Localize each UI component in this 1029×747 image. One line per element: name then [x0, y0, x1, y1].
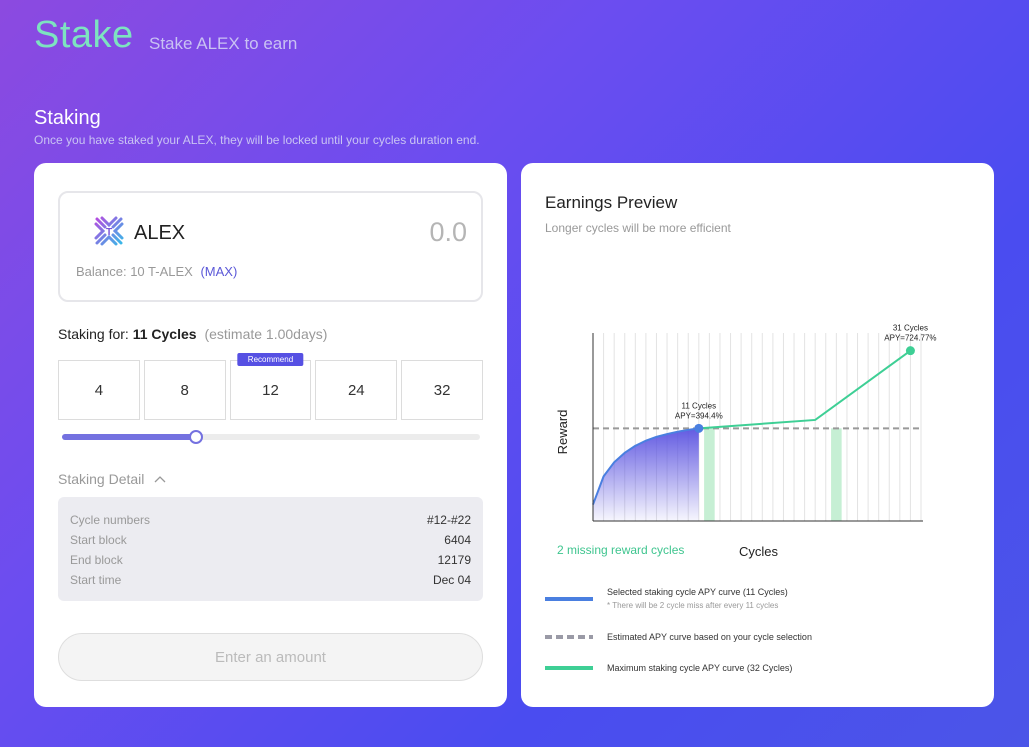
enter-amount-button[interactable]: Enter an amount — [58, 633, 483, 681]
cycle-options: 4 8 Recommend 12 24 32 — [58, 353, 483, 420]
earnings-subtitle: Longer cycles will be more efficient — [545, 221, 731, 235]
cycle-option-label: 32 — [433, 381, 451, 399]
staking-card: T ALEX 0.0 Balance: 10 T-ALEX (MAX) Stak… — [34, 163, 507, 707]
token-name: ALEX — [134, 222, 186, 244]
staking-for-value: 11 Cycles — [132, 326, 197, 342]
balance-text: Balance: 10 T-ALEX (MAX) — [76, 264, 237, 279]
cycle-option-4[interactable]: 4 — [58, 360, 140, 420]
section-title: Staking — [34, 107, 101, 129]
data-point — [905, 346, 915, 356]
detail-row: Start block 6404 — [70, 533, 471, 553]
legend-text: Maximum staking cycle APY curve (32 Cycl… — [607, 663, 793, 673]
slider-thumb[interactable] — [188, 430, 203, 444]
legend-note: * There will be 2 cycle miss after every… — [607, 601, 779, 610]
svg-text:T: T — [106, 227, 112, 238]
amount-input[interactable]: 0.0 — [429, 217, 467, 248]
detail-value: Dec 04 — [432, 573, 471, 587]
staking-for-label: Staking for: — [58, 326, 129, 342]
staking-estimate: (estimate 1.00days) — [204, 326, 328, 342]
token-input-box[interactable]: T ALEX 0.0 Balance: 10 T-ALEX (MAX) — [58, 191, 483, 302]
legend-item-selected: Selected staking cycle APY curve (11 Cyc… — [545, 585, 975, 615]
legend-text: Estimated APY curve based on your cycle … — [607, 632, 812, 642]
legend-text: Selected staking cycle APY curve (11 Cyc… — [607, 587, 788, 597]
legend-item-estimated: Estimated APY curve based on your cycle … — [545, 626, 975, 646]
detail-row: Cycle numbers #12-#22 — [70, 513, 471, 533]
point-annotation: APY=724.77% — [884, 334, 936, 343]
missing-cycle-bar — [831, 428, 842, 521]
detail-key: End block — [70, 553, 123, 567]
chevron-up-icon — [154, 476, 166, 483]
cycle-option-8[interactable]: 8 — [143, 360, 226, 420]
legend-swatch-solid — [545, 597, 593, 601]
cycle-option-32[interactable]: 32 — [401, 360, 483, 420]
point-annotation: APY=394.4% — [675, 411, 723, 420]
slider-fill — [62, 434, 196, 440]
legend-item-maximum: Maximum staking cycle APY curve (32 Cycl… — [545, 657, 975, 677]
earnings-preview-card: Earnings Preview Longer cycles will be m… — [521, 163, 994, 707]
missing-cycles-label: 2 missing reward cycles — [557, 543, 685, 557]
x-axis-label: Cycles — [739, 544, 779, 559]
missing-cycle-bar — [704, 428, 715, 521]
legend-swatch-dashed — [545, 635, 593, 639]
detail-key: Start time — [70, 573, 122, 587]
detail-value: #12-#22 — [426, 513, 471, 527]
y-axis-label: Reward — [555, 410, 570, 455]
staking-detail-toggle[interactable]: Staking Detail — [58, 471, 166, 487]
staking-for: Staking for: 11 Cycles (estimate 1.00day… — [58, 326, 327, 342]
recommend-badge: Recommend — [237, 353, 304, 366]
page-subtitle: Stake ALEX to earn — [149, 34, 298, 53]
legend-swatch-solid — [545, 666, 593, 670]
point-annotation: 11 Cycles — [682, 401, 717, 410]
data-point — [694, 423, 704, 433]
detail-row: End block 12179 — [70, 553, 471, 573]
staking-detail-panel: Cycle numbers #12-#22 Start block 6404 End… — [58, 497, 483, 601]
detail-key: Cycle numbers — [70, 513, 151, 527]
detail-row: Start time Dec 04 — [70, 573, 471, 593]
detail-key: Start block — [70, 533, 127, 547]
section-description: Once you have staked your ALEX, they wil… — [34, 133, 480, 147]
max-button[interactable]: (MAX) — [200, 264, 237, 279]
cycle-option-label: 4 — [94, 381, 104, 399]
cycle-option-label: 8 — [180, 381, 189, 399]
page-title: Stake — [34, 14, 134, 56]
cycle-option-24[interactable]: 24 — [315, 360, 398, 420]
earnings-title: Earnings Preview — [545, 193, 678, 212]
cycle-option-label: 12 — [262, 381, 279, 399]
balance-label: Balance: 10 T-ALEX — [76, 264, 193, 279]
cycle-option-12[interactable]: Recommend 12 — [229, 353, 312, 420]
earnings-chart: 11 CyclesAPY=394.4%31 CyclesAPY=724.77% … — [555, 324, 937, 522]
selected-area-fill — [593, 428, 699, 521]
point-annotation: 31 Cycles — [893, 324, 928, 333]
staking-detail-title: Staking Detail — [58, 471, 145, 487]
detail-value: 6404 — [444, 533, 471, 547]
alex-logo-icon: T — [94, 216, 124, 246]
cycle-option-label: 24 — [347, 381, 365, 399]
cycle-slider[interactable] — [62, 430, 480, 444]
detail-value: 12179 — [437, 553, 471, 567]
